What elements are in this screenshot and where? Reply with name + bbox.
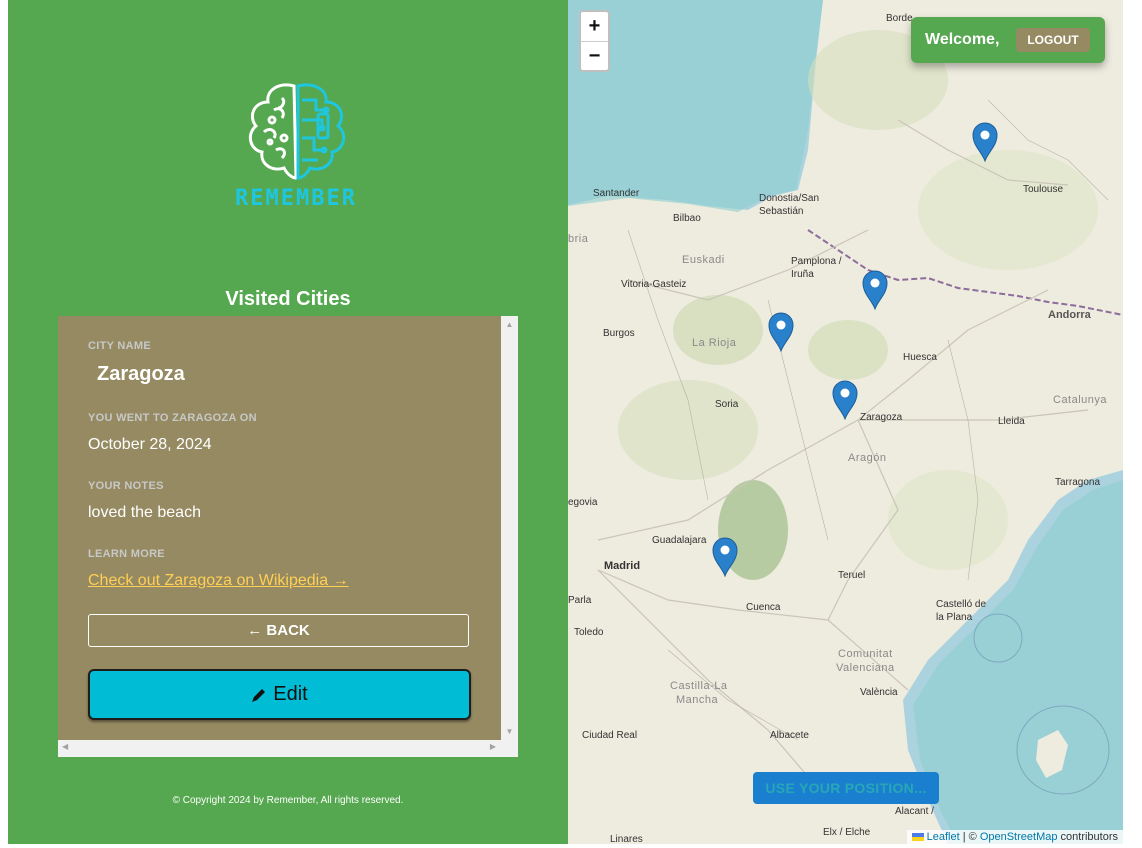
- place-label: Vitoria-Gasteiz: [621, 279, 687, 290]
- place-label: València: [860, 687, 898, 698]
- region-label: La Rioja: [692, 337, 737, 349]
- place-label: Madrid: [604, 560, 641, 572]
- back-button[interactable]: ← BACK: [88, 614, 469, 647]
- place-label: Alacant /: [895, 806, 934, 817]
- place-label: Linares: [610, 834, 643, 844]
- region-label: bria: [568, 233, 589, 245]
- edit-button-label: Edit: [273, 683, 308, 705]
- osm-link[interactable]: OpenStreetMap: [980, 831, 1058, 843]
- back-button-label: ← BACK: [247, 622, 310, 639]
- logout-button[interactable]: LOGOUT: [1016, 28, 1090, 52]
- map-marker-icon[interactable]: [712, 537, 738, 577]
- place-label: Bilbao: [673, 213, 701, 224]
- notes-value: loved the beach: [88, 504, 201, 521]
- zoom-control: + −: [579, 10, 610, 72]
- welcome-text: Welcome,: [925, 31, 1000, 48]
- place-label: Santander: [593, 188, 640, 199]
- section-title: Visited Cities: [225, 288, 351, 310]
- footer-copyright: © Copyright 2024 by Remember, All rights…: [172, 795, 404, 806]
- place-label: Borde: [886, 13, 913, 24]
- ukraine-flag-icon: [911, 833, 924, 842]
- brain-icon: [248, 83, 346, 180]
- place-label: Toledo: [574, 627, 604, 638]
- place-label: Teruel: [838, 570, 866, 581]
- scroll-up-icon[interactable]: ▲: [501, 320, 518, 329]
- vertical-scrollbar[interactable]: ▲ ▼: [501, 316, 518, 740]
- zoom-out-button[interactable]: −: [581, 42, 608, 71]
- place-label: Burgos: [603, 328, 635, 339]
- learn-more-label: Learn more: [88, 548, 165, 560]
- map-tiles: [568, 0, 1123, 844]
- place-label: Pamplona /: [791, 256, 842, 267]
- region-label: Comunitat: [838, 648, 893, 660]
- place-label: Donostia/San: [759, 193, 820, 204]
- pencil-icon: [252, 688, 266, 702]
- place-label: Iruña: [791, 269, 814, 280]
- horizontal-scrollbar[interactable]: ◀ ▶: [58, 740, 518, 757]
- place-label: Guadalajara: [652, 535, 707, 546]
- scroll-right-icon[interactable]: ▶: [490, 742, 496, 751]
- place-label: Cuenca: [746, 602, 781, 613]
- place-label: Elx / Elche: [823, 827, 871, 838]
- zoom-in-button[interactable]: +: [581, 12, 608, 42]
- city-detail-panel: City name Zaragoza You went to Zaragoza …: [58, 316, 518, 757]
- scroll-left-icon[interactable]: ◀: [62, 742, 68, 751]
- sidebar: REMEMBER Visited Cities City name Zarago…: [8, 0, 568, 844]
- place-label: Toulouse: [1023, 184, 1064, 195]
- region-label: Valenciana: [836, 662, 895, 674]
- region-label: Castilla-La: [670, 680, 728, 692]
- city-name: Zaragoza: [97, 363, 185, 385]
- place-label: Sebastián: [759, 206, 804, 217]
- map-marker-icon[interactable]: [972, 122, 998, 162]
- place-label: Castelló de: [936, 599, 987, 610]
- scroll-down-icon[interactable]: ▼: [501, 727, 518, 736]
- place-label: Parla: [568, 595, 592, 606]
- place-label: Huesca: [903, 352, 937, 363]
- logout-button-label: LOGOUT: [1027, 33, 1079, 47]
- app-logo: REMEMBER: [224, 80, 368, 220]
- country-label: Andorra: [1048, 309, 1091, 321]
- place-label: Soria: [715, 399, 739, 410]
- place-label: la Plana: [936, 612, 973, 623]
- attribution-contributors: contributors: [1057, 831, 1118, 843]
- city-name-label: City name: [88, 340, 152, 352]
- place-label: Lleida: [998, 416, 1025, 427]
- leaflet-link[interactable]: Leaflet: [927, 831, 960, 843]
- map-marker-icon[interactable]: [832, 380, 858, 420]
- region-label: Euskadi: [682, 254, 725, 266]
- attribution-separator: | ©: [959, 831, 980, 843]
- place-label: egovia: [568, 497, 598, 508]
- place-label: Ciudad Real: [582, 730, 638, 741]
- map-marker-icon[interactable]: [768, 312, 794, 352]
- date-label: You went to Zaragoza on: [88, 412, 257, 424]
- region-label: Mancha: [676, 694, 719, 706]
- use-position-button[interactable]: USE YOUR POSITION...: [753, 772, 939, 804]
- use-position-label: USE YOUR POSITION...: [765, 780, 927, 796]
- welcome-box: Welcome, LOGOUT: [911, 17, 1105, 63]
- region-label: Catalunya: [1053, 394, 1108, 406]
- map[interactable]: Borde Toulouse Santander Bilbao Donostia…: [568, 0, 1123, 844]
- logo-text: REMEMBER: [235, 186, 357, 211]
- map-attribution: Leaflet | © OpenStreetMap contributors: [906, 830, 1123, 844]
- place-label: Zaragoza: [860, 412, 903, 423]
- place-label: Tarragona: [1055, 477, 1101, 488]
- place-label: Albacete: [770, 730, 809, 741]
- date-value: October 28, 2024: [88, 436, 212, 453]
- map-marker-icon[interactable]: [862, 270, 888, 310]
- edit-button[interactable]: Edit: [88, 669, 471, 720]
- wikipedia-link[interactable]: Check out Zaragoza on Wikipedia →: [88, 572, 349, 590]
- region-label: Aragón: [848, 452, 887, 464]
- notes-label: Your notes: [88, 480, 164, 492]
